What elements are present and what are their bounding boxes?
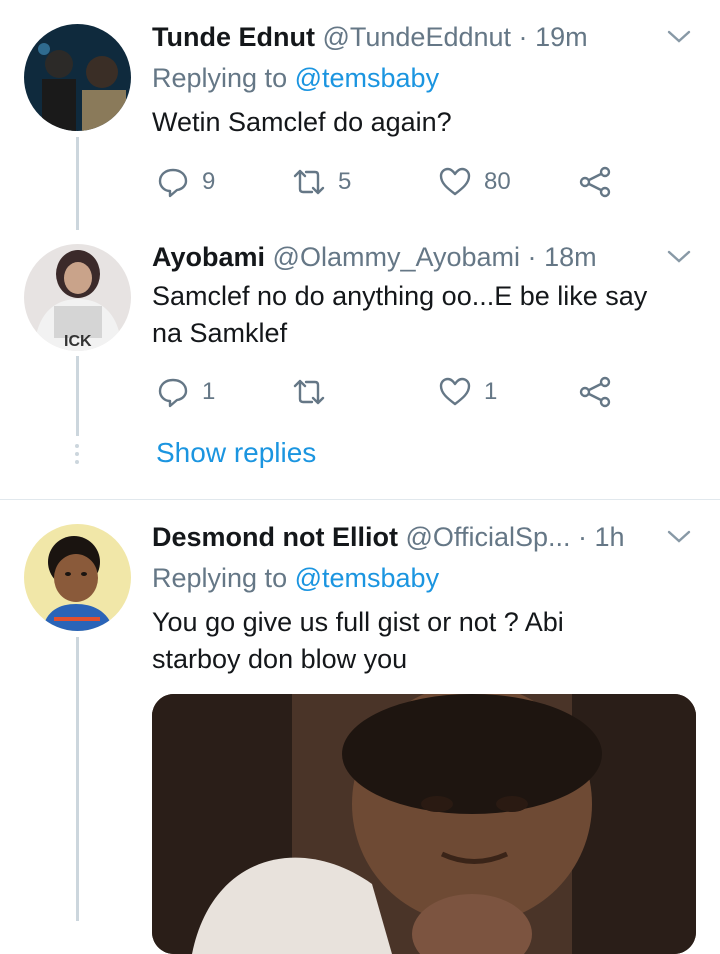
retweet-icon: [293, 169, 325, 195]
avatar-tunde-ednut[interactable]: [24, 24, 131, 131]
retweet-button[interactable]: 5: [292, 162, 351, 202]
tweet-text: You go give us full gist or not ? Abi st…: [152, 604, 702, 678]
mention-link[interactable]: @temsbaby: [295, 563, 439, 593]
like-count: 80: [484, 168, 511, 195]
thread-line: [76, 137, 79, 230]
separator: ·: [518, 22, 528, 52]
username[interactable]: @TundeEddnut: [322, 22, 511, 52]
replying-to-label: Replying to: [152, 63, 288, 93]
tweet-text: Samclef no do anything oo...E be like sa…: [152, 278, 702, 352]
reply-count: 1: [202, 378, 216, 405]
separator: ·: [527, 242, 537, 272]
chevron-down-icon[interactable]: [664, 22, 694, 52]
reply-icon: [158, 168, 188, 198]
timestamp[interactable]: 18m: [544, 242, 597, 272]
replying-to: Replying to @temsbaby: [152, 561, 439, 595]
like-button[interactable]: 1: [438, 372, 497, 412]
thread-line: [76, 356, 79, 436]
tweet-2[interactable]: ICK Ayobami @Olammy_Ayobami · 18m Samcle…: [0, 230, 720, 498]
tweet-text-line-2: starboy don blow you: [152, 644, 408, 674]
tweet-text-line-2: na Samklef⁡: [152, 318, 288, 348]
thread-line: [76, 637, 79, 921]
tweet-text-line-1: You go give us full gist or not ? Abi: [152, 607, 564, 637]
share-button[interactable]: [578, 162, 612, 202]
svg-text:ICK: ICK: [64, 333, 92, 350]
tweet-actions: 9 5 80: [152, 162, 632, 202]
thread-dots: [75, 444, 80, 468]
chevron-down-icon[interactable]: [664, 522, 694, 552]
tweet-1[interactable]: Tunde Ednut @TundeEddnut · 19m Replying …: [0, 0, 720, 230]
retweet-icon: [293, 379, 325, 405]
display-name[interactable]: Ayobami: [152, 242, 265, 272]
separator: ·: [578, 522, 587, 552]
like-count: 1: [484, 378, 498, 405]
avatar-desmond-not-elliot[interactable]: [24, 524, 131, 631]
retweet-button[interactable]: [292, 372, 338, 412]
tweet-header: Ayobami @Olammy_Ayobami · 18m: [152, 240, 597, 274]
reply-button[interactable]: 9: [156, 162, 215, 202]
share-icon: [579, 166, 611, 198]
username[interactable]: @Olammy_Ayobami: [273, 242, 520, 272]
share-button[interactable]: [578, 372, 612, 412]
tweet-media-image[interactable]: [152, 694, 696, 954]
tweet-header: Tunde Ednut @TundeEddnut · 19m: [152, 20, 588, 54]
timestamp[interactable]: 1h: [595, 522, 625, 552]
reply-button[interactable]: 1: [156, 372, 215, 412]
tweet-text: Wetin Samclef do again?: [152, 107, 452, 137]
share-icon: [579, 376, 611, 408]
retweet-count: 5: [338, 168, 352, 195]
replying-to: Replying to @temsbaby: [152, 61, 439, 95]
timestamp[interactable]: 19m: [535, 22, 588, 52]
tweet-text-line-1: Samclef no do anything oo...E be like sa…: [152, 281, 648, 311]
reply-icon: [158, 378, 188, 408]
display-name[interactable]: Desmond not Elliot: [152, 522, 398, 552]
avatar-ayobami[interactable]: ICK: [24, 244, 131, 351]
show-replies-link[interactable]: Show replies: [156, 437, 316, 469]
reply-count: 9: [202, 168, 216, 195]
tweet-3[interactable]: Desmond not Elliot @OfficialSp... · 1h R…: [0, 500, 720, 954]
tweet-actions: 1 1: [152, 372, 632, 412]
like-icon: [439, 167, 471, 196]
like-button[interactable]: 80: [438, 162, 511, 202]
replying-to-label: Replying to: [152, 563, 288, 593]
display-name[interactable]: Tunde Ednut: [152, 22, 315, 52]
username[interactable]: @OfficialSp...: [406, 522, 571, 552]
mention-link[interactable]: @temsbaby: [295, 63, 439, 93]
like-icon: [439, 377, 471, 406]
tweet-header: Desmond not Elliot @OfficialSp... · 1h: [152, 520, 625, 554]
chevron-down-icon[interactable]: [664, 242, 694, 272]
